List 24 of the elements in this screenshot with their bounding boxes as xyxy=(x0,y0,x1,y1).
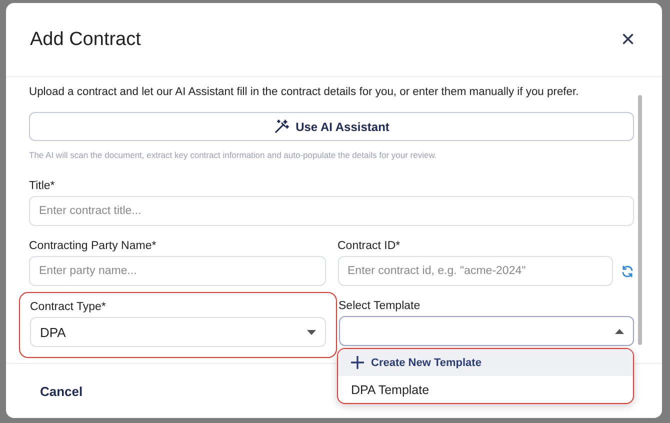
field-label: Contracting Party Name* xyxy=(29,240,158,252)
field-label: Contract ID* xyxy=(338,240,402,252)
select-field[interactable] xyxy=(338,316,634,346)
close-button[interactable]: × xyxy=(620,28,635,52)
dialog-title: Add Contract xyxy=(30,28,141,50)
menu-item[interactable]: Create New Template xyxy=(338,349,633,376)
select-field[interactable]: DPA xyxy=(30,317,326,347)
caret-icon xyxy=(615,328,624,334)
scrollbar[interactable] xyxy=(638,95,642,345)
field-label: Contract Type* xyxy=(30,301,107,313)
input-field[interactable]: Enter contract title... xyxy=(29,196,634,226)
field-label: Select Template xyxy=(338,300,422,312)
plus-icon xyxy=(351,356,364,369)
ai-hint-text: The AI will scan the document, extract key contract information and auto-populate the details for your review. xyxy=(29,150,438,160)
input-field[interactable]: Enter contract id, e.g. "acme-2024" xyxy=(338,256,613,286)
caret-icon xyxy=(306,330,316,334)
input-field[interactable]: Enter party name... xyxy=(29,256,326,286)
intro-text: Upload a contract and let our AI Assistant fill in the contract details for you, or enter them manually if you prefer. xyxy=(29,85,580,99)
refresh-icon[interactable] xyxy=(621,264,634,278)
magic-wand-icon xyxy=(274,119,289,134)
field-label: Title* xyxy=(29,180,56,192)
ai-assistant-button[interactable]: Use AI Assistant xyxy=(29,112,634,141)
cancel-button[interactable]: Cancel xyxy=(24,378,99,404)
menu-item[interactable]: DPA Template xyxy=(338,376,633,403)
